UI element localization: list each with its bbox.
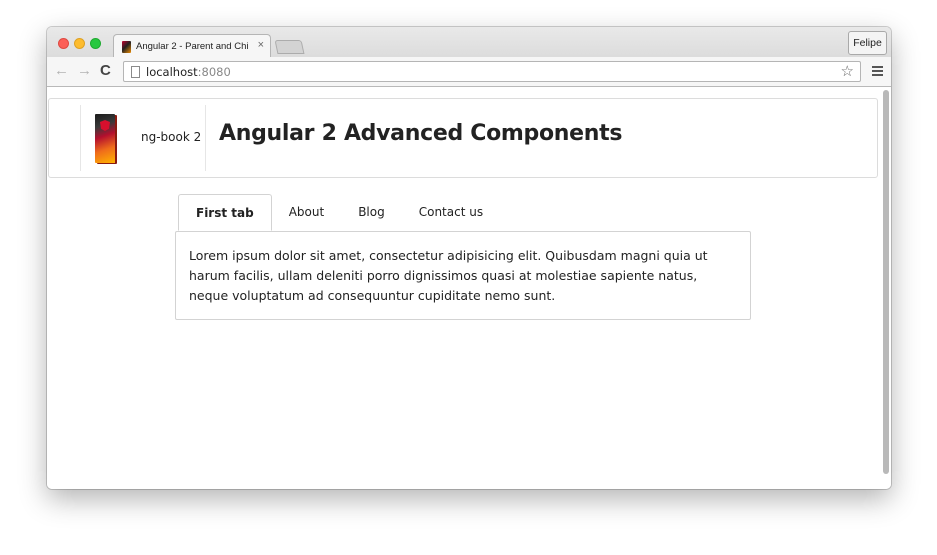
brand-logo-link[interactable]: ng-book 2 — [80, 105, 206, 171]
page-icon — [131, 66, 140, 78]
tab-first[interactable]: First tab — [178, 194, 272, 231]
url-host: localhost — [146, 64, 198, 79]
page-viewport: ng-book 2 Angular 2 Advanced Components … — [47, 88, 891, 489]
favicon-icon — [122, 40, 131, 53]
menu-icon[interactable] — [872, 66, 883, 76]
close-window-button[interactable] — [58, 38, 69, 49]
tab-bar: First tab About Blog Contact us — [178, 194, 500, 231]
bookmark-star-icon[interactable]: ☆ — [841, 63, 854, 80]
book-cover-icon — [95, 114, 115, 163]
tab-close-icon[interactable]: × — [258, 39, 264, 51]
address-bar[interactable]: localhost:8080 ☆ — [123, 61, 861, 82]
reload-icon[interactable]: C — [100, 63, 111, 79]
tab-contact-us[interactable]: Contact us — [402, 194, 500, 231]
profile-button[interactable]: Felipe — [848, 31, 887, 55]
browser-window: Angular 2 - Parent and Chi × Felipe ← → … — [47, 27, 891, 489]
page-title: Angular 2 Advanced Components — [219, 121, 623, 146]
browser-toolbar: ← → C localhost:8080 ☆ — [47, 57, 891, 87]
minimize-window-button[interactable] — [74, 38, 85, 49]
back-arrow-icon[interactable]: ← — [54, 63, 69, 79]
site-header: ng-book 2 Angular 2 Advanced Components — [48, 98, 878, 178]
tab-content-panel: Lorem ipsum dolor sit amet, consectetur … — [175, 231, 751, 320]
url-port: :8080 — [197, 64, 231, 79]
browser-tab-active[interactable]: Angular 2 - Parent and Chi × — [113, 34, 271, 58]
angular-shield-icon — [100, 120, 110, 131]
tab-content-text: Lorem ipsum dolor sit amet, consectetur … — [189, 248, 708, 303]
tab-about[interactable]: About — [272, 194, 341, 231]
tab-blog[interactable]: Blog — [341, 194, 402, 231]
new-tab-button[interactable] — [274, 40, 305, 54]
brand-name: ng-book 2 — [141, 130, 202, 144]
browser-tab-title: Angular 2 - Parent and Chi — [136, 41, 249, 52]
maximize-window-button[interactable] — [90, 38, 101, 49]
forward-arrow-icon[interactable]: → — [77, 63, 92, 79]
scrollbar[interactable] — [883, 90, 889, 474]
title-bar: Angular 2 - Parent and Chi × Felipe — [47, 27, 891, 58]
